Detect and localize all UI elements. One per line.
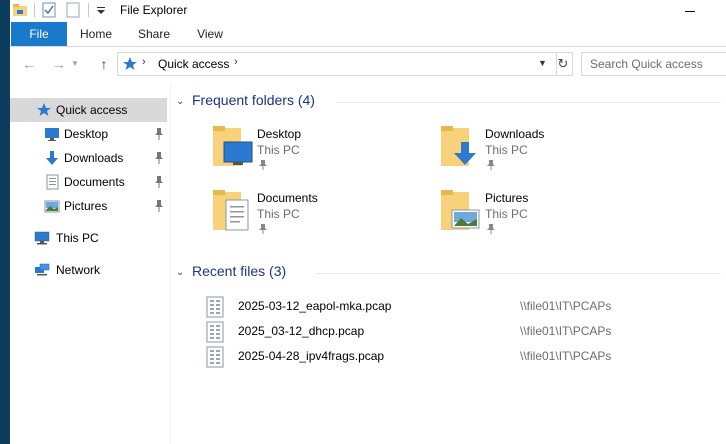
folder-name: Desktop: [257, 127, 302, 141]
sidebar-item-label: Downloads: [64, 151, 124, 165]
sidebar-item-quick-access[interactable]: Quick access: [10, 98, 167, 122]
pin-icon[interactable]: [485, 223, 497, 235]
search-placeholder: Search Quick access: [590, 57, 703, 71]
desktop-icon: [45, 128, 59, 141]
download-icon: [46, 151, 58, 165]
address-bar[interactable]: › Quick access › ▼: [117, 52, 557, 76]
file-name: 2025-04-28_ipv4frags.pcap: [238, 349, 385, 363]
qat-separator: [34, 3, 35, 17]
group-title: Frequent folders (4): [192, 92, 315, 108]
folder-tile-desktop[interactable]: Desktop This PC: [211, 122, 431, 180]
tab-home[interactable]: Home: [72, 22, 120, 46]
properties-icon[interactable]: [42, 2, 56, 18]
folder-location: This PC: [257, 143, 300, 157]
star-icon: [123, 57, 137, 70]
pcap-file-icon: [206, 346, 224, 368]
sidebar-item-label: This PC: [56, 231, 99, 245]
file-path: \\file01\IT\PCAPs: [520, 324, 612, 338]
sidebar-item-pictures[interactable]: Pictures: [10, 194, 167, 218]
folder-tile-downloads[interactable]: Downloads This PC: [439, 122, 659, 180]
pcap-file-icon: [206, 321, 224, 343]
documents-icon: [46, 174, 59, 190]
tab-share[interactable]: Share: [132, 22, 176, 46]
documents-folder-icon: [213, 190, 249, 231]
minimize-button[interactable]: [676, 0, 706, 22]
folder-app-icon[interactable]: [12, 2, 28, 18]
group-divider: [316, 273, 721, 274]
sidebar-item-downloads[interactable]: Downloads: [10, 146, 167, 170]
sidebar-item-label: Pictures: [64, 199, 108, 213]
pin-icon[interactable]: [153, 199, 165, 213]
sidebar-item-documents[interactable]: Documents: [10, 170, 167, 194]
ribbon-tabs: File Home Share View: [10, 22, 726, 47]
folder-location: This PC: [485, 207, 528, 221]
recent-locations-dropdown[interactable]: ▼: [70, 55, 80, 73]
folder-location: This PC: [485, 143, 528, 157]
sidebar-item-label: Quick access: [56, 103, 128, 117]
pictures-folder-icon: [441, 190, 480, 230]
folder-location: This PC: [257, 207, 300, 221]
file-explorer-window: File Explorer File Home Share View ← → ▼…: [10, 0, 726, 444]
recent-file-row[interactable]: 2025-04-28_ipv4frags.pcap \\file01\IT\PC…: [206, 344, 726, 368]
group-divider: [336, 102, 721, 103]
address-dropdown-icon[interactable]: ▼: [538, 58, 547, 68]
pin-icon[interactable]: [257, 159, 269, 171]
breadcrumb-chevron-icon[interactable]: ›: [142, 56, 146, 68]
collapse-chevron-icon[interactable]: ⌄: [176, 267, 184, 278]
back-button[interactable]: ←: [20, 55, 38, 73]
computer-icon: [34, 231, 50, 245]
address-row: ← → ▼ ↑ › Quick access › ▼ ↻ Search Quic…: [10, 47, 726, 83]
collapse-chevron-icon[interactable]: ⌄: [176, 96, 184, 107]
frequent-folders-header[interactable]: ⌄ Frequent folders (4): [176, 92, 721, 112]
search-input[interactable]: Search Quick access: [581, 52, 726, 76]
new-folder-icon[interactable]: [66, 2, 80, 18]
navigation-pane: Quick access Desktop Downloads Documents…: [10, 85, 171, 444]
pcap-file-icon: [206, 296, 224, 318]
sidebar-item-desktop[interactable]: Desktop: [10, 122, 167, 146]
file-path: \\file01\IT\PCAPs: [520, 299, 612, 313]
network-icon: [35, 263, 50, 276]
pin-icon[interactable]: [153, 151, 165, 165]
content-pane: ⌄ Frequent folders (4) Desktop This PC D…: [171, 85, 726, 444]
recent-file-row[interactable]: 2025_03-12_dhcp.pcap \\file01\IT\PCAPs: [206, 319, 726, 343]
pin-icon[interactable]: [153, 127, 165, 141]
pin-icon[interactable]: [153, 175, 165, 189]
file-name: 2025_03-12_dhcp.pcap: [238, 324, 365, 338]
tab-view[interactable]: View: [190, 22, 230, 46]
breadcrumb-chevron-icon[interactable]: ›: [234, 56, 238, 68]
window-title: File Explorer: [120, 3, 188, 17]
sidebar-item-label: Network: [56, 263, 101, 277]
pin-icon[interactable]: [485, 159, 497, 171]
refresh-button[interactable]: ↻: [554, 52, 573, 76]
sidebar-item-this-pc[interactable]: This PC: [10, 226, 167, 250]
desktop-background: [0, 0, 10, 444]
sidebar-item-label: Documents: [64, 175, 125, 189]
group-title: Recent files (3): [192, 263, 287, 279]
folder-name: Documents: [257, 191, 318, 205]
sidebar-item-network[interactable]: Network: [10, 258, 167, 282]
up-button[interactable]: ↑: [95, 55, 113, 73]
tab-file[interactable]: File: [11, 22, 67, 46]
folder-tile-pictures[interactable]: Pictures This PC: [439, 186, 659, 244]
forward-button[interactable]: →: [50, 55, 68, 73]
breadcrumb-quick-access[interactable]: Quick access: [158, 57, 229, 71]
title-bar: File Explorer: [10, 0, 726, 22]
file-path: \\file01\IT\PCAPs: [520, 349, 612, 363]
recent-file-row[interactable]: 2025-03-12_eapol-mka.pcap \\file01\IT\PC…: [206, 294, 726, 318]
customize-qat-dropdown-icon[interactable]: [96, 2, 106, 18]
folder-name: Downloads: [485, 127, 545, 141]
downloads-folder-icon: [441, 126, 476, 166]
folder-tile-documents[interactable]: Documents This PC: [211, 186, 431, 244]
desktop-folder-icon: [213, 126, 253, 166]
star-icon: [37, 103, 51, 116]
sidebar-item-label: Desktop: [64, 127, 109, 141]
qat-separator: [88, 3, 89, 17]
folder-name: Pictures: [485, 191, 529, 205]
recent-files-header[interactable]: ⌄ Recent files (3): [176, 263, 721, 283]
pin-icon[interactable]: [257, 223, 269, 235]
pictures-icon: [44, 200, 60, 213]
file-name: 2025-03-12_eapol-mka.pcap: [238, 299, 392, 313]
